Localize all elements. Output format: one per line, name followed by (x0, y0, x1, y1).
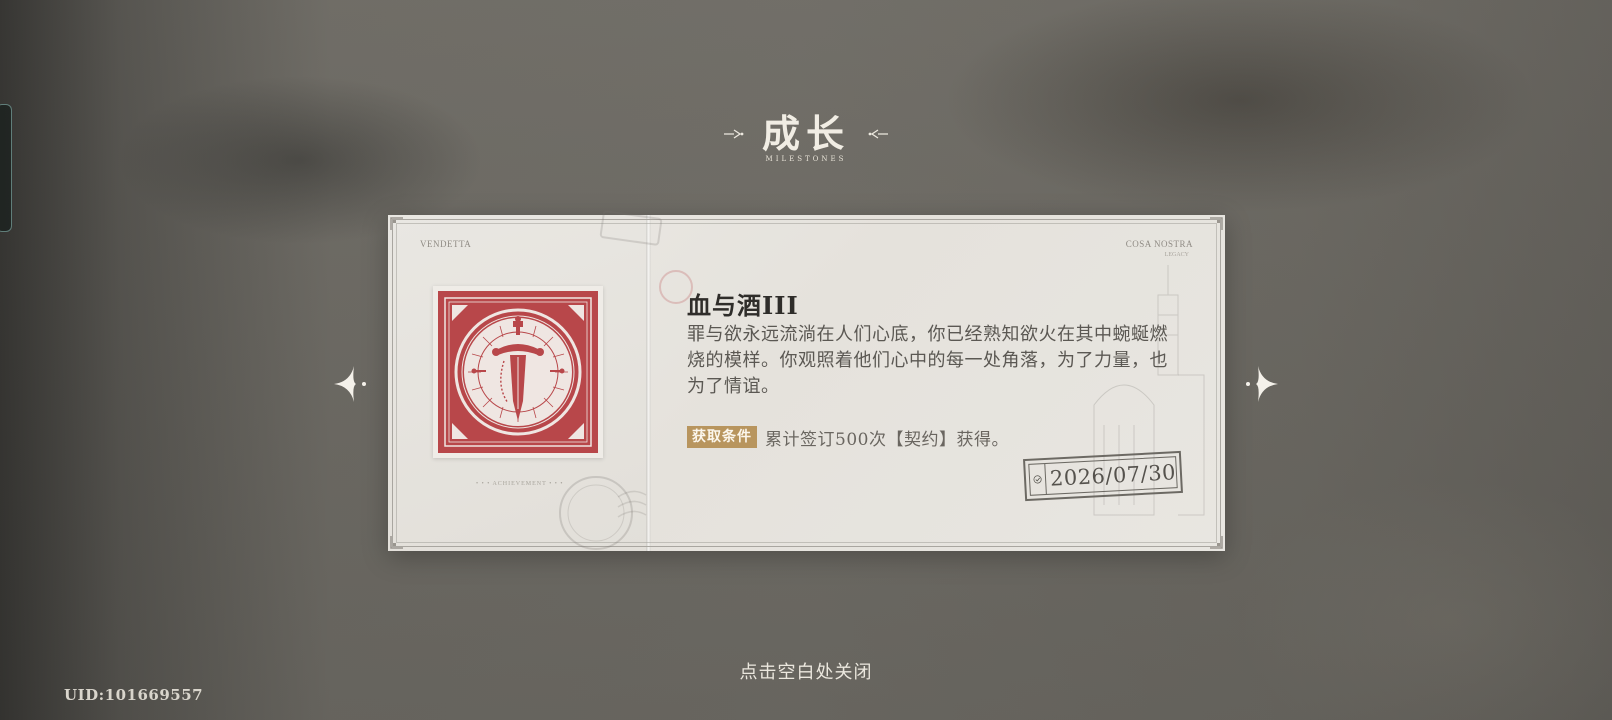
postmark-stamp-icon (548, 467, 648, 561)
achievement-emblem (433, 286, 603, 458)
dagger-emblem-icon (438, 291, 598, 453)
title-ornament-right-icon (866, 128, 890, 140)
condition-text: 累计签订500次【契约】获得。 (765, 429, 1009, 450)
achievement-description: 罪与欲永远流淌在人们心底，你已经熟知欲火在其中蜿蜒燃烧的模样。你观照着他们心中的… (687, 324, 1168, 397)
achievement-name: 血与酒III (687, 291, 799, 320)
four-point-star-arrow-left-icon (334, 366, 366, 402)
prev-arrow-button[interactable] (332, 364, 372, 404)
date-stamp: 2026/07/30 (1023, 450, 1183, 502)
corner-ornament-icon (1209, 217, 1223, 231)
achievement-date: 2026/07/30 (1044, 457, 1177, 495)
side-panel-tab[interactable] (0, 104, 12, 232)
card-tag-right: COSA NOSTRA (1125, 239, 1193, 249)
check-circle-icon (1033, 475, 1042, 484)
card-tag-left: VENDETTA (420, 239, 472, 249)
next-arrow-button[interactable] (1240, 364, 1280, 404)
corner-ornament-icon (390, 535, 404, 549)
achievement-card: VENDETTA COSA NOSTRA LEGACY • • • ACHIEV… (388, 210, 1225, 551)
title-block: 成长 MILESTONES (706, 112, 906, 172)
acquire-condition: 获取条件 累计签订500次【契约】获得。 (687, 426, 1009, 450)
four-point-star-arrow-right-icon (1246, 366, 1278, 402)
corner-ornament-icon (390, 217, 404, 231)
close-hint: 点击空白处关闭 (739, 662, 873, 683)
page-subtitle: MILESTONES (765, 155, 847, 163)
user-id: UID:101669557 (64, 686, 204, 704)
postmark-stamp-icon (598, 209, 668, 253)
condition-badge: 获取条件 (687, 426, 757, 448)
